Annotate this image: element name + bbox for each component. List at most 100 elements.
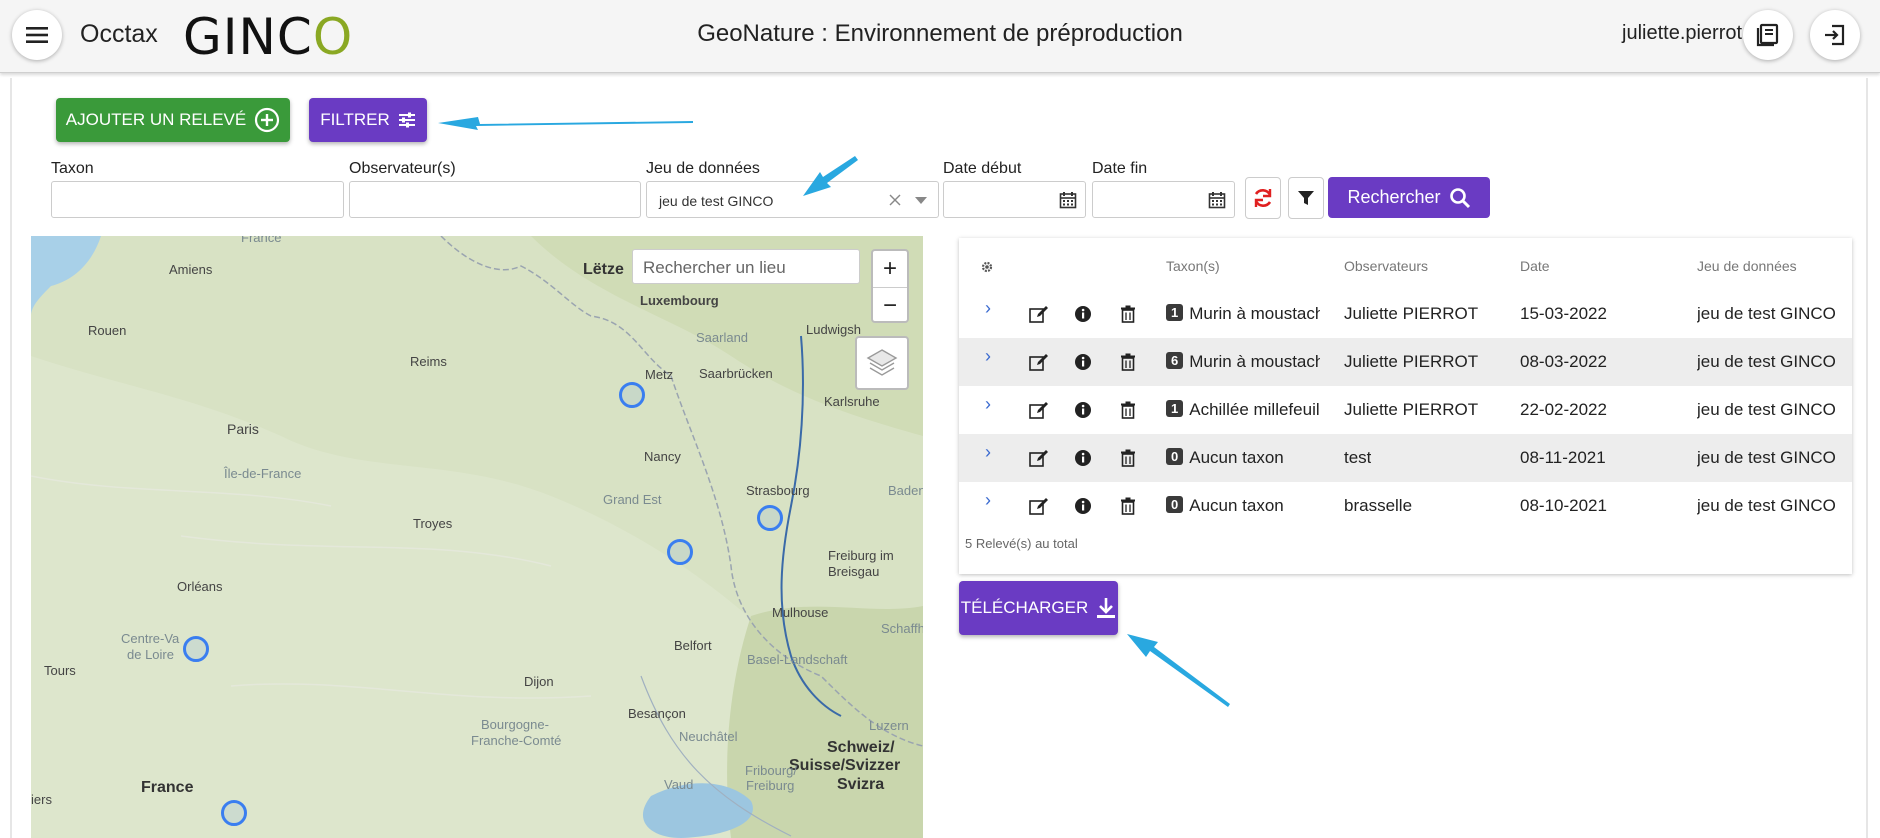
search-button[interactable]: Rechercher: [1328, 177, 1490, 218]
column-header-date: Date: [1520, 258, 1550, 274]
hamburger-menu-icon: [26, 27, 48, 43]
map-label-freiburg: Freiburg im: [828, 548, 894, 563]
map-label-luxembourg: Luxembourg: [640, 293, 719, 308]
date-start-input[interactable]: [943, 181, 1051, 218]
table-row[interactable]: › 1 Murin à moustach Juliette PIERROT 15-03-…: [959, 290, 1852, 338]
gear-icon[interactable]: [980, 260, 994, 274]
taxon-name: Murin à moustach: [1189, 352, 1320, 371]
book-icon: [1756, 23, 1779, 47]
observation-marker[interactable]: [757, 505, 783, 531]
zoom-in-button[interactable]: +: [873, 251, 907, 287]
map-label-baden: Baden: [888, 483, 923, 498]
calendar-icon: [1059, 191, 1076, 208]
filter-button[interactable]: FILTRER: [309, 98, 427, 142]
map-label-rouen: Rouen: [88, 323, 127, 338]
advanced-filter-button[interactable]: [1288, 177, 1324, 219]
table-row[interactable]: › 0 Aucun taxon test 08-11-2021 jeu de test G…: [959, 434, 1852, 482]
edit-icon[interactable]: [1029, 497, 1049, 515]
expand-chevron-icon[interactable]: ›: [985, 346, 991, 367]
chevron-down-icon[interactable]: [915, 197, 927, 205]
top-bar: Occtax GINCO GeoNature : Environnement d…: [0, 0, 1880, 73]
trash-icon[interactable]: [1120, 449, 1136, 467]
column-header-observers: Observateurs: [1344, 258, 1429, 274]
trash-icon[interactable]: [1120, 497, 1136, 515]
map-label-karlsruhe: Karlsruhe: [824, 394, 880, 409]
map-label-besancon: Besançon: [628, 706, 686, 721]
info-icon[interactable]: [1074, 449, 1092, 467]
map-label-strasbourg: Strasbourg: [746, 483, 810, 498]
trash-icon[interactable]: [1120, 305, 1136, 323]
observer-input[interactable]: [349, 181, 641, 218]
dataset-cell: jeu de test GINCO: [1697, 496, 1836, 515]
map-label-iers: iers: [31, 792, 52, 807]
menu-button[interactable]: [12, 10, 62, 60]
taxon-label: Taxon: [51, 160, 94, 177]
layers-button[interactable]: [855, 336, 909, 390]
info-icon[interactable]: [1074, 401, 1092, 419]
edit-icon[interactable]: [1029, 353, 1049, 371]
map-label-ludwigsh: Ludwigsh: [806, 322, 861, 337]
date-end-input[interactable]: [1092, 181, 1200, 218]
observation-marker[interactable]: [221, 800, 247, 826]
table-row[interactable]: › 0 Aucun taxon brasselle 08-10-2021 jeu de t…: [959, 482, 1852, 530]
edit-icon[interactable]: [1029, 401, 1049, 419]
taxon-input[interactable]: [51, 181, 344, 218]
date-cell: 08-03-2022: [1520, 352, 1607, 371]
taxon-cell: 6 Murin à moustach: [1166, 352, 1320, 372]
edit-icon[interactable]: [1029, 449, 1049, 467]
map-label-fribourg: Fribourg/: [745, 763, 798, 778]
taxon-count-badge: 1: [1166, 304, 1184, 321]
observer-label: Observateur(s): [349, 160, 456, 177]
date-start-calendar-button[interactable]: [1050, 181, 1086, 218]
username: juliette.pierrot: [1622, 22, 1743, 44]
download-icon: [1097, 598, 1116, 618]
filter-label: FILTRER: [320, 110, 390, 129]
taxon-count-badge: 0: [1166, 448, 1184, 465]
map-label-luzern: Luzern: [869, 718, 909, 733]
taxon-count-badge: 0: [1166, 496, 1184, 513]
clear-icon[interactable]: [889, 194, 901, 206]
add-releve-button[interactable]: AJOUTER UN RELEVÉ: [56, 98, 290, 142]
date-end-calendar-button[interactable]: [1199, 181, 1235, 218]
observer-cell: test: [1344, 448, 1372, 467]
expand-chevron-icon[interactable]: ›: [985, 442, 991, 463]
documentation-button[interactable]: [1743, 10, 1793, 60]
expand-chevron-icon[interactable]: ›: [985, 298, 991, 319]
edit-icon[interactable]: [1029, 305, 1049, 323]
download-button[interactable]: TÉLÉCHARGER: [959, 581, 1118, 635]
map-label-centre-val: Centre-Va: [121, 631, 180, 646]
taxon-cell: 1 Achillée millefeuill: [1166, 400, 1320, 420]
trash-icon[interactable]: [1120, 401, 1136, 419]
map-label-bourgogne: Bourgogne-: [481, 717, 549, 732]
observation-marker[interactable]: [667, 539, 693, 565]
map-label-vaud: Vaud: [664, 777, 694, 792]
logout-button[interactable]: [1810, 10, 1860, 60]
map-label-suisse: Suisse/Svizzer: [789, 757, 901, 774]
map-label-france: France: [141, 779, 194, 796]
observation-marker[interactable]: [183, 636, 209, 662]
expand-chevron-icon[interactable]: ›: [985, 394, 991, 415]
info-icon[interactable]: [1074, 353, 1092, 371]
map-label-basel: Basel-Landschaft: [747, 652, 848, 667]
refresh-button[interactable]: [1245, 177, 1281, 219]
column-header-dataset: Jeu de données: [1697, 258, 1797, 274]
map-place-search-input[interactable]: Rechercher un lieu: [632, 249, 860, 284]
info-icon[interactable]: [1074, 497, 1092, 515]
observation-marker[interactable]: [619, 382, 645, 408]
date-cell: 22-02-2022: [1520, 400, 1607, 419]
zoom-out-button[interactable]: −: [873, 287, 907, 323]
dataset-selected-value: jeu de test GINCO: [659, 193, 774, 209]
expand-chevron-icon[interactable]: ›: [985, 490, 991, 511]
table-row[interactable]: › 1 Achillée millefeuill Juliette PIERROT 22…: [959, 386, 1852, 434]
funnel-icon: [1298, 191, 1314, 205]
dataset-cell: jeu de test GINCO: [1697, 304, 1836, 323]
table-row[interactable]: › 6 Murin à moustach Juliette PIERROT 08-03-…: [959, 338, 1852, 386]
trash-icon[interactable]: [1120, 353, 1136, 371]
map-label-france-top: France: [241, 236, 282, 245]
dataset-select[interactable]: jeu de test GINCO: [646, 181, 939, 218]
map-view[interactable]: Lëtze Amiens France Luxembourg Saarland …: [31, 236, 923, 838]
download-label: TÉLÉCHARGER: [960, 598, 1089, 617]
date-start-label: Date début: [943, 160, 1022, 177]
map-label-belfort: Belfort: [674, 638, 712, 653]
info-icon[interactable]: [1074, 305, 1092, 323]
